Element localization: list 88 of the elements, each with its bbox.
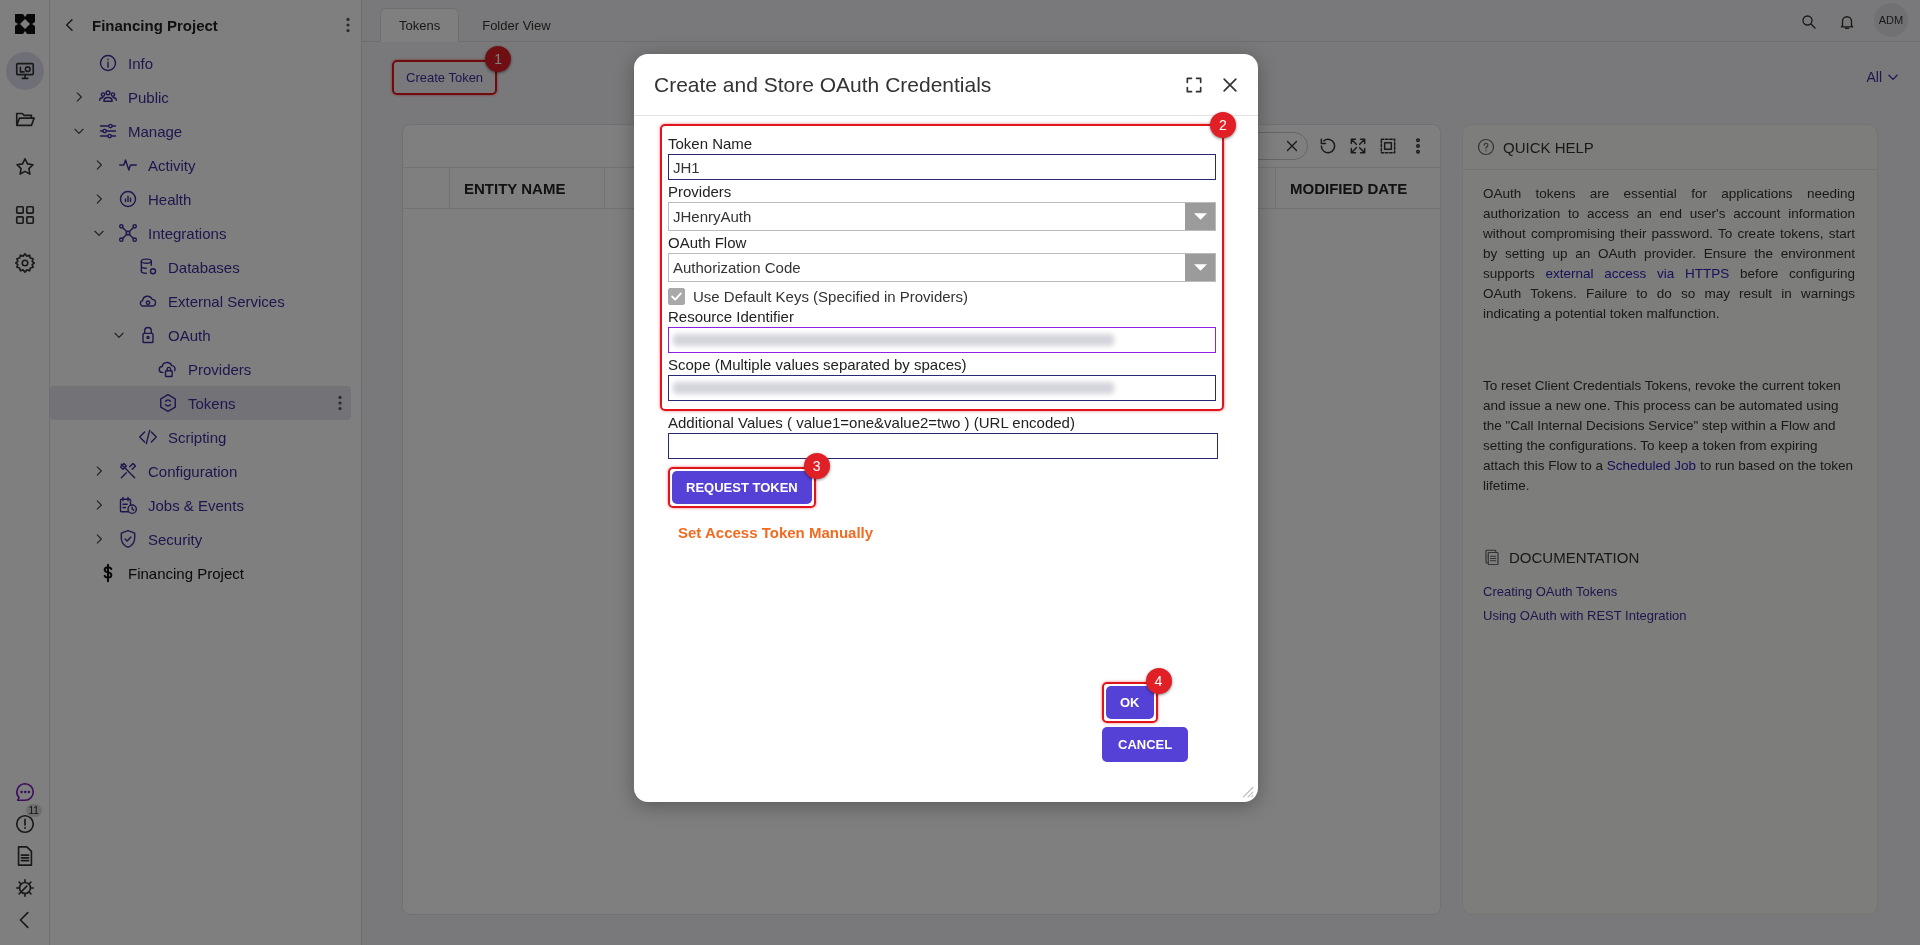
bell-icon[interactable] xyxy=(1838,13,1856,31)
column-header[interactable]: MODIFIED DATE xyxy=(1276,168,1440,208)
settings-icon xyxy=(13,252,36,274)
tree-item[interactable]: Tokens xyxy=(50,386,351,420)
caret-icon xyxy=(1193,213,1207,220)
alert-icon[interactable] xyxy=(13,813,36,835)
tree-item[interactable]: Activity xyxy=(148,156,351,174)
documents-icon xyxy=(1483,548,1501,566)
cloud-lock-icon xyxy=(158,359,178,379)
field-label: Token Name xyxy=(668,135,754,152)
tree-item[interactable]: Databases xyxy=(168,258,351,276)
step-badge: 4 xyxy=(1145,668,1172,694)
checkbox-label: Use Default Keys (Specified in Providers) xyxy=(693,288,969,305)
tree-item[interactable]: Scripting xyxy=(168,428,351,446)
dropdown[interactable]: JHenryAuth xyxy=(668,202,1216,231)
dialog-title: Create and Store OAuth Credentials xyxy=(654,72,993,97)
code-icon xyxy=(138,427,158,447)
tab[interactable]: Tokens xyxy=(380,8,460,42)
tree-item[interactable]: Health xyxy=(148,190,351,208)
sliders-icon xyxy=(98,121,118,141)
notification-count: 11 xyxy=(25,804,42,817)
field-label: OAuth Flow xyxy=(668,234,748,251)
tree-item[interactable]: Manage xyxy=(128,122,351,140)
refresh-icon[interactable] xyxy=(1318,136,1338,156)
step-badge: 3 xyxy=(803,453,830,479)
select-icon[interactable] xyxy=(1378,136,1398,156)
tree-item[interactable]: Security xyxy=(148,530,351,548)
dropdown[interactable]: Authorization Code xyxy=(668,253,1216,282)
tree-item[interactable]: Integrations xyxy=(148,224,351,242)
tools-icon xyxy=(118,461,138,481)
section-title: DOCUMENTATION xyxy=(1509,548,1640,566)
hexagon-icon xyxy=(158,393,178,413)
manual-token-link[interactable]: Set Access Token Manually xyxy=(678,524,874,541)
field-label: Providers xyxy=(668,183,733,200)
help-link[interactable]: Scheduled Job xyxy=(1606,458,1697,473)
filter-dropdown[interactable]: All xyxy=(1866,69,1900,85)
help-paragraph: To reset Client Credentials Tokens, revoke the current token and issue a new one. This process can be automated using the "Call Internal Decisions Service" step within a Flow and setting the configurations. To keep a token from expiring attach this Flow to a Scheduled Job to run based on the token lifetime. xyxy=(1483,377,1854,495)
star-icon xyxy=(13,156,36,178)
tree-item[interactable]: Jobs & Events xyxy=(148,496,351,514)
request-token-button[interactable]: REQUEST TOKEN xyxy=(672,471,812,504)
field-label: Scope (Multiple values separated by spaces) xyxy=(668,356,968,373)
tree-item[interactable]: OAuth xyxy=(168,326,351,344)
monitor-icon xyxy=(13,60,36,82)
rail-button[interactable] xyxy=(5,52,44,90)
database-gear-icon xyxy=(138,257,158,277)
help-paragraph: OAuth tokens are essential for applications needing authorization to access an end user's account information without compromising their password. To create tokens, start by setting up an OAuth provider. Ensure the environment supports external access via HTTPS before configuring OAuth Tokens. Failure to do so may result in warnings indicating a potential token malfunction. xyxy=(1483,185,1855,323)
tree-item[interactable]: Public xyxy=(128,88,351,106)
field-label: Resource Identifier xyxy=(668,308,795,325)
calendar-clock-icon xyxy=(118,495,138,515)
logo-icon xyxy=(12,12,37,36)
grid-icon xyxy=(13,204,36,226)
chat-icon[interactable] xyxy=(13,781,36,803)
check-icon xyxy=(669,289,684,304)
user-avatar[interactable]: ADM xyxy=(1874,3,1908,37)
cancel-button[interactable]: CANCEL xyxy=(1102,727,1189,762)
help-icon xyxy=(1477,138,1495,156)
more-icon[interactable] xyxy=(345,17,351,33)
shield-icon xyxy=(118,529,138,549)
tab[interactable]: Folder View xyxy=(463,8,570,42)
gauge-icon xyxy=(118,189,138,209)
network-icon xyxy=(118,223,138,243)
create-token-button[interactable]: Create Token xyxy=(404,65,486,89)
tree-item[interactable]: Financing Project xyxy=(128,564,351,582)
input-field[interactable] xyxy=(668,433,1218,459)
ok-button[interactable]: OK xyxy=(1106,686,1154,719)
resize-grip-icon[interactable] xyxy=(1240,784,1254,798)
step-badge: 1 xyxy=(485,45,512,72)
input-field[interactable]: JH1 xyxy=(668,154,1216,180)
expand-icon[interactable] xyxy=(1348,136,1368,156)
tree-item[interactable]: Configuration xyxy=(148,462,351,480)
tree-item[interactable]: Providers xyxy=(188,360,351,378)
tree-label: Tokens xyxy=(188,394,237,412)
input-field[interactable] xyxy=(668,375,1216,401)
tree-item[interactable]: Info xyxy=(128,54,351,72)
documentation-link[interactable]: Using OAuth with REST Integration xyxy=(1483,608,1855,623)
input-field[interactable] xyxy=(668,327,1216,353)
search-icon[interactable] xyxy=(1800,13,1818,31)
step-badge: 2 xyxy=(1210,112,1236,138)
panel-title: QUICK HELP xyxy=(1503,138,1594,156)
field-label: Additional Values ( value1=one&value2=two ) (URL encoded) xyxy=(668,414,1076,431)
help-link[interactable]: external access via HTTPS xyxy=(1545,266,1730,281)
tree-item[interactable]: External Services xyxy=(168,292,351,310)
documentation-link[interactable]: Creating OAuth Tokens xyxy=(1483,584,1855,599)
caret-icon xyxy=(1193,264,1207,271)
project-title: Financing Project xyxy=(92,16,219,34)
column-header[interactable]: ENTITY NAME xyxy=(450,168,605,208)
info-icon xyxy=(98,53,118,73)
more-icon[interactable] xyxy=(337,395,343,411)
